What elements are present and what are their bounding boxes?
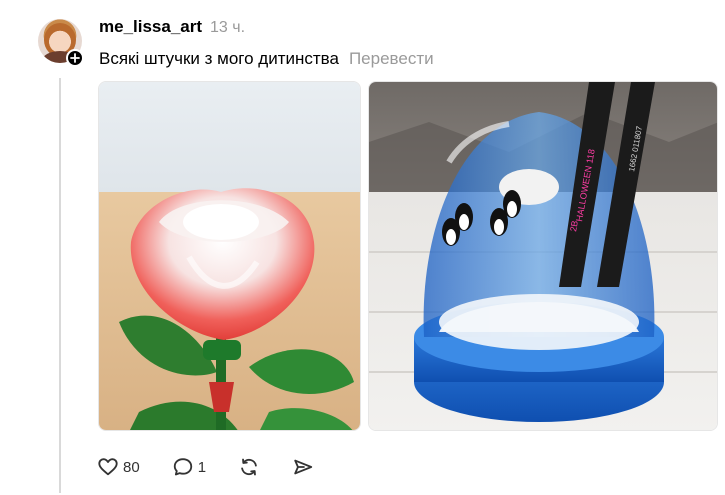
share-icon — [294, 459, 313, 475]
snow-globe-photo[interactable]: HALLOWEEN 118 2B 1662 011807 — [368, 81, 718, 431]
like-button[interactable]: 80 — [97, 456, 140, 478]
post-actions: 80 1 — [97, 455, 314, 479]
translate-link[interactable]: Перевести — [349, 49, 434, 69]
post-header: me_lissa_art 13 ч. — [99, 17, 245, 37]
snow-globe-image: HALLOWEEN 118 2B 1662 011807 — [369, 82, 717, 430]
pencil-text-2: 2B — [568, 220, 580, 233]
post-timestamp: 13 ч. — [210, 19, 246, 36]
post-text: Всякі штучки з мого дитинства — [99, 49, 339, 68]
username-link[interactable]: me_lissa_art — [99, 17, 202, 37]
rose-image — [99, 82, 360, 430]
comment-icon — [173, 458, 192, 476]
thread-line — [59, 78, 61, 493]
like-count: 80 — [123, 458, 140, 476]
share-button[interactable] — [292, 456, 314, 478]
repost-icon — [241, 458, 257, 476]
reply-button[interactable]: 1 — [172, 456, 206, 478]
post-text-row: Всякі штучки з мого дитинства Перевести — [99, 49, 434, 69]
plus-icon — [70, 53, 80, 63]
follow-button[interactable] — [66, 49, 84, 67]
repost-button[interactable] — [238, 456, 260, 478]
rose-photo[interactable] — [98, 81, 361, 431]
reply-count: 1 — [197, 458, 207, 476]
heart-icon — [98, 458, 118, 476]
